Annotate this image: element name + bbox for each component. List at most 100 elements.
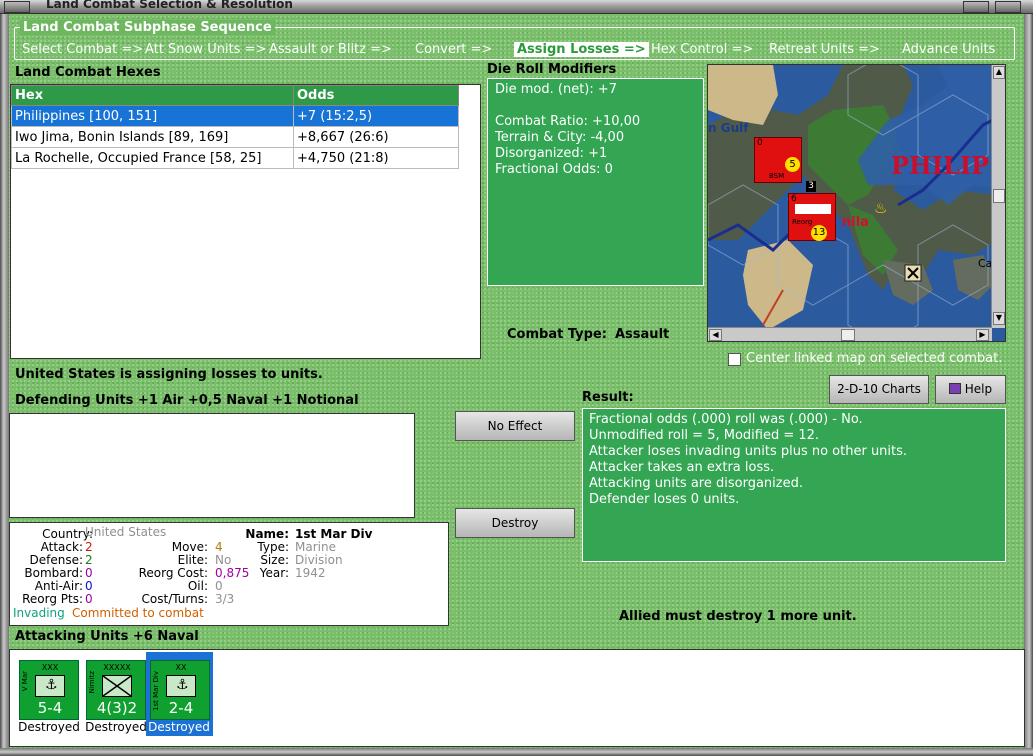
counter-name: BSM (769, 172, 785, 180)
year-key: Year: (259, 566, 289, 580)
result-box: Fractional odds (.000) roll was (.000) -… (582, 408, 1006, 562)
map-horizontal-scrollbar[interactable]: ◀ ▶ (708, 327, 992, 341)
book-icon (948, 383, 961, 394)
attacking-unit-card[interactable]: XXX V Mar ⚓ 5-4 Destroyed (15, 658, 83, 744)
defending-units-list[interactable] (9, 413, 415, 518)
scroll-right-arrow-icon[interactable]: ▶ (976, 329, 989, 341)
attacking-units-label: Attacking Units +6 Naval (15, 629, 199, 644)
step-select-combat[interactable]: Select Combat => (22, 42, 143, 57)
table-row[interactable]: La Rochelle, Occupied France [58, 25] +4… (11, 147, 459, 169)
odds-cell: +8,667 (26:6) (293, 126, 459, 148)
step-convert[interactable]: Convert => (415, 42, 492, 57)
scroll-down-arrow-icon[interactable]: ▼ (993, 312, 1005, 325)
unit-name: Nimitz (88, 671, 96, 694)
committed-status: Committed to combat (72, 606, 204, 620)
map-unit-counter[interactable]: 6 Reorg 13 (788, 193, 836, 241)
odds-cell: +7 (15:2,5) (293, 105, 459, 127)
help-button[interactable]: Help (935, 375, 1006, 404)
invading-status: Invading (13, 606, 65, 620)
unit-info-panel: Country: United States Attack: 2 Defense… (9, 522, 449, 626)
unit-name: V Mar (21, 671, 29, 692)
map-label-manila: nila (842, 215, 869, 230)
no-effect-button[interactable]: No Effect (455, 411, 575, 441)
step-advance-units[interactable]: Advance Units (902, 42, 995, 57)
die-mod-net: Die mod. (net): +7 (495, 82, 618, 97)
destroy-button[interactable]: Destroy (455, 508, 575, 538)
window-title: Land Combat Selection & Resolution (46, 0, 293, 11)
step-assault-or-blitz[interactable]: Assault or Blitz => (269, 42, 392, 57)
modifier-line: Combat Ratio: +10,00 (495, 114, 641, 129)
year-value: 1942 (295, 566, 326, 580)
map-terrain (708, 65, 1005, 341)
unit-status: Destroyed (18, 720, 80, 734)
stack-count-badge: 3 (806, 181, 816, 192)
reorg-pts-key: Reorg Pts: (22, 592, 83, 606)
hex-cell: La Rochelle, Occupied France [58, 25] (11, 147, 294, 169)
column-header-hex[interactable]: Hex (11, 85, 294, 106)
result-label: Result: (582, 390, 634, 405)
window-frame-left (0, 14, 9, 756)
result-line: Attacking units are disorganized. (589, 476, 803, 491)
maximize-button[interactable] (995, 1, 1021, 13)
subphase-sequence-title: Land Combat Subphase Sequence (20, 20, 275, 35)
table-row[interactable]: Philippines [100, 151] +7 (15:2,5) (11, 105, 459, 127)
charts-button[interactable]: 2-D-10 Charts (829, 375, 929, 404)
combat-hexes-table: Hex Odds Philippines [100, 151] +7 (15:2… (11, 85, 459, 169)
linked-map[interactable]: n Gulf PHILIP nila Ca 0 5 BSM 6 Reorg 13… (707, 64, 1006, 342)
step-assign-losses[interactable]: Assign Losses => (514, 42, 649, 57)
minimize-button[interactable] (963, 1, 989, 13)
unit-status: Destroyed (148, 720, 210, 734)
map-label-gulf: n Gulf (708, 121, 749, 135)
anchor-marine-icon: ⚓ (166, 675, 196, 697)
result-line: Attacker takes an extra loss. (589, 460, 775, 475)
unit-strength: 5-4 (37, 699, 63, 717)
window-frame-bottom (0, 748, 1033, 756)
step-hex-control[interactable]: Hex Control => (651, 42, 753, 57)
die-roll-modifiers-label: Die Roll Modifiers (487, 62, 617, 77)
combat-type-label: Combat Type: (507, 327, 607, 342)
modifier-line: Terrain & City: -4,00 (495, 130, 625, 145)
country-value: United States (85, 525, 167, 539)
status-text: United States is assigning losses to uni… (15, 367, 323, 382)
odds-cell: +4,750 (21:8) (293, 147, 459, 169)
attacking-unit-card-selected[interactable]: XX 1st Mar Div ⚓ 2-4 Destroyed (146, 652, 213, 736)
scroll-thumb[interactable] (993, 189, 1005, 203)
counter-name: Reorg (792, 218, 813, 226)
window-frame-right (1024, 14, 1033, 756)
unit-strength: 2-4 (168, 699, 194, 717)
window-menu-button[interactable] (4, 1, 30, 13)
step-retreat-units[interactable]: Retreat Units => (769, 42, 880, 57)
attacking-unit-card[interactable]: XXXXX Nimitz 4(3)2 Destroyed (82, 658, 150, 744)
window-titlebar[interactable]: Land Combat Selection & Resolution (0, 0, 1033, 14)
hex-cell: Philippines [100, 151] (11, 105, 294, 127)
combat-hexes-panel: Hex Odds Philippines [100, 151] +7 (15:2… (10, 84, 481, 359)
unit-strength: 4(3)2 (96, 699, 138, 717)
counter-strength: 5 (785, 157, 800, 172)
map-vertical-scrollbar[interactable]: ▲ ▼ (991, 65, 1005, 328)
attacking-units-list[interactable]: XXX V Mar ⚓ 5-4 Destroyed XXXXX Nimitz 4… (9, 649, 1025, 747)
combat-hexes-label: Land Combat Hexes (15, 65, 161, 80)
modifier-line: Disorganized: +1 (495, 146, 608, 161)
result-line: Unmodified roll = 5, Modified = 12. (589, 428, 820, 443)
must-destroy-message: Allied must destroy 1 more unit. (619, 609, 857, 624)
scroll-thumb[interactable] (841, 329, 855, 341)
map-label-philippines: PHILIP (891, 151, 990, 180)
center-map-checkbox-label[interactable]: Center linked map on selected combat. (746, 351, 1002, 366)
scroll-left-arrow-icon[interactable]: ◀ (709, 329, 722, 341)
counter-strength: 13 (811, 225, 827, 241)
combat-type-value: Assault (615, 327, 670, 342)
die-roll-modifiers-box: Die mod. (net): +7 Combat Ratio: +10,00 … (487, 78, 704, 286)
center-map-checkbox[interactable] (728, 353, 741, 366)
column-header-odds[interactable]: Odds (293, 85, 459, 106)
unit-echelon: XXX (41, 663, 59, 672)
counter-top-value: 6 (791, 194, 797, 204)
unit-counter: XXXXX Nimitz 4(3)2 (86, 660, 146, 720)
modifier-line: Fractional Odds: 0 (495, 162, 613, 177)
step-att-snow-units[interactable]: Att Snow Units => (145, 42, 266, 57)
map-unit-counter[interactable]: 0 5 BSM (754, 137, 802, 183)
scroll-up-arrow-icon[interactable]: ▲ (993, 66, 1005, 79)
table-row[interactable]: Iwo Jima, Bonin Islands [89, 169] +8,667… (11, 126, 459, 148)
hex-cell: Iwo Jima, Bonin Islands [89, 169] (11, 126, 294, 148)
anchor-marine-icon: ⚓ (35, 675, 65, 697)
unit-status: Destroyed (85, 720, 147, 734)
